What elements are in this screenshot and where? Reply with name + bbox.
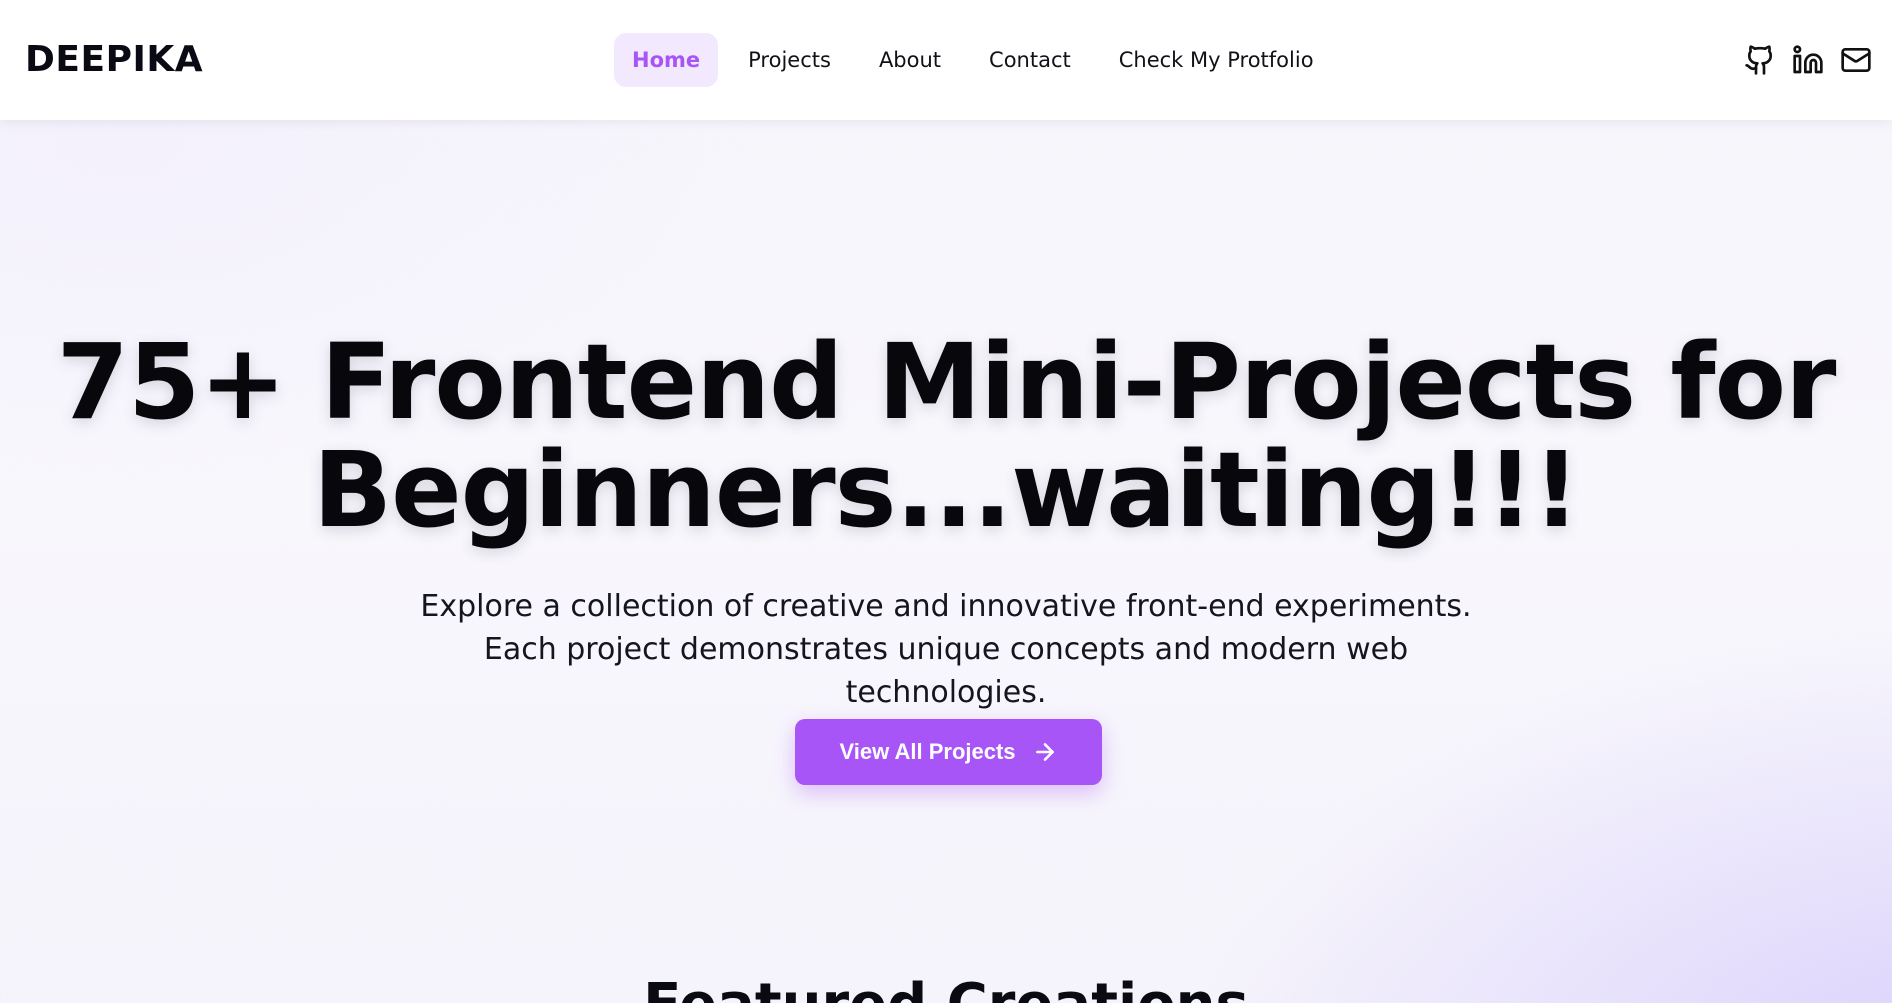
social-links	[1730, 42, 1874, 78]
hero-title: 75+ Frontend Mini-Projects for Beginners…	[56, 321, 1837, 551]
view-all-projects-button[interactable]: View All Projects	[795, 719, 1102, 785]
brand-logo[interactable]: DEEPIKA	[25, 38, 203, 82]
view-all-projects-label: View All Projects	[839, 739, 1016, 764]
github-icon[interactable]	[1742, 42, 1778, 78]
nav-item-portfolio[interactable]: Check My Protfolio	[1101, 33, 1332, 87]
nav-item-projects[interactable]: Projects	[730, 33, 849, 87]
nav-item-home[interactable]: Home	[614, 33, 719, 87]
arrow-right-icon	[1035, 743, 1054, 761]
linkedin-icon[interactable]	[1790, 42, 1826, 78]
nav-item-about[interactable]: About	[861, 33, 959, 87]
top-navbar: DEEPIKA Home Projects About Contact Chec…	[0, 0, 1892, 120]
main-nav: Home Projects About Contact Check My Pro…	[614, 33, 1344, 87]
featured-section-title: Featured Creations	[446, 970, 1446, 1003]
hero-subtitle: Explore a collection of creative and inn…	[420, 589, 1472, 710]
mail-icon[interactable]	[1838, 42, 1874, 78]
nav-item-contact[interactable]: Contact	[971, 33, 1089, 87]
